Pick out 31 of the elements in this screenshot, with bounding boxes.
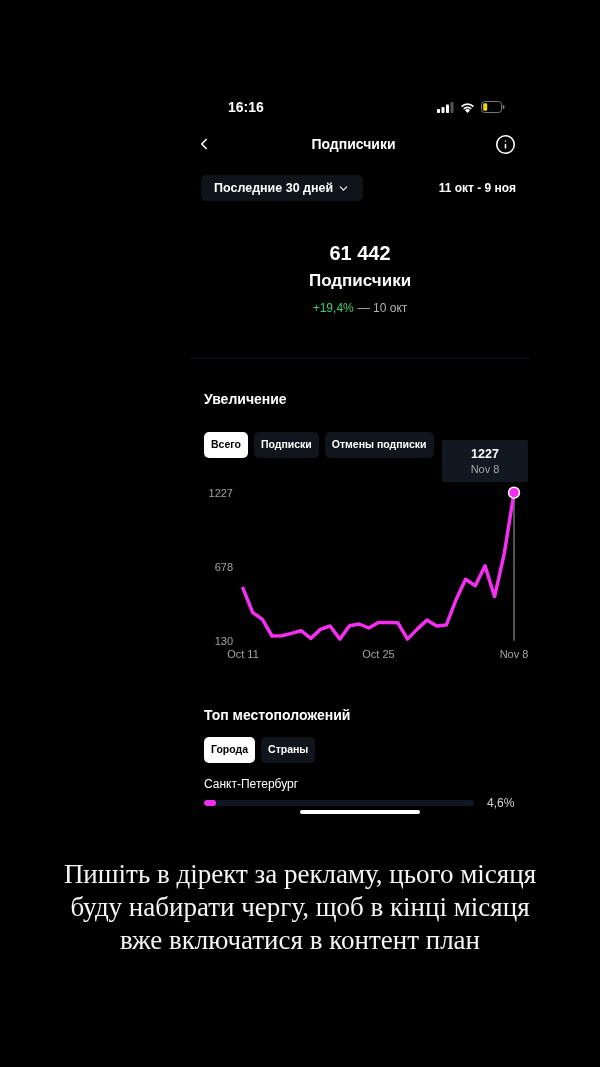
y-axis-label: 1227 [208,486,233,499]
page-title: Подписчики [311,134,396,154]
filter-tab[interactable]: Отмены подписки [324,432,434,458]
change-percent: +19,4% [312,300,354,316]
filter-tab[interactable]: Подписки [253,432,319,458]
x-axis-label: Nov 8 [499,648,529,660]
x-axis-label: Oct 11 [227,648,259,660]
caption-text: Пишіть в дірект за рекламу, цього місяця буду набирати чергу, щоб в кінці місяця вже включатися в контент план [62,858,538,957]
filter-tab[interactable]: Всего [204,432,248,458]
filter-tab[interactable]: Страны [261,737,316,763]
section-title: Увеличение [203,390,288,408]
highlight-point-icon [507,486,521,499]
location-percent: 4,6% [487,796,515,810]
date-range-dropdown[interactable]: Последние 30 дней [201,175,364,201]
section-title: Топ местоположений [203,706,352,724]
follower-count: 61 442 [329,241,391,265]
tooltip-date: Nov 8 [470,462,500,476]
change-since: — 10 окт [357,300,408,316]
wifi-icon [460,101,475,113]
y-axis-label: 130 [214,634,233,647]
tooltip-value: 1227 [471,446,499,462]
signal-icon [437,101,454,113]
y-axis-label: 678 [214,560,233,573]
x-axis-label: Oct 25 [362,648,395,660]
location-name: Санкт-Петербург [203,776,300,792]
date-range: 11 окт - 9 ноя [438,180,516,197]
status-time: 16:16 [228,97,264,117]
filter-tab[interactable]: Города [204,737,256,763]
battery-icon [481,101,505,113]
follower-label: Подписчики [308,270,412,292]
info-icon[interactable] [494,133,516,155]
